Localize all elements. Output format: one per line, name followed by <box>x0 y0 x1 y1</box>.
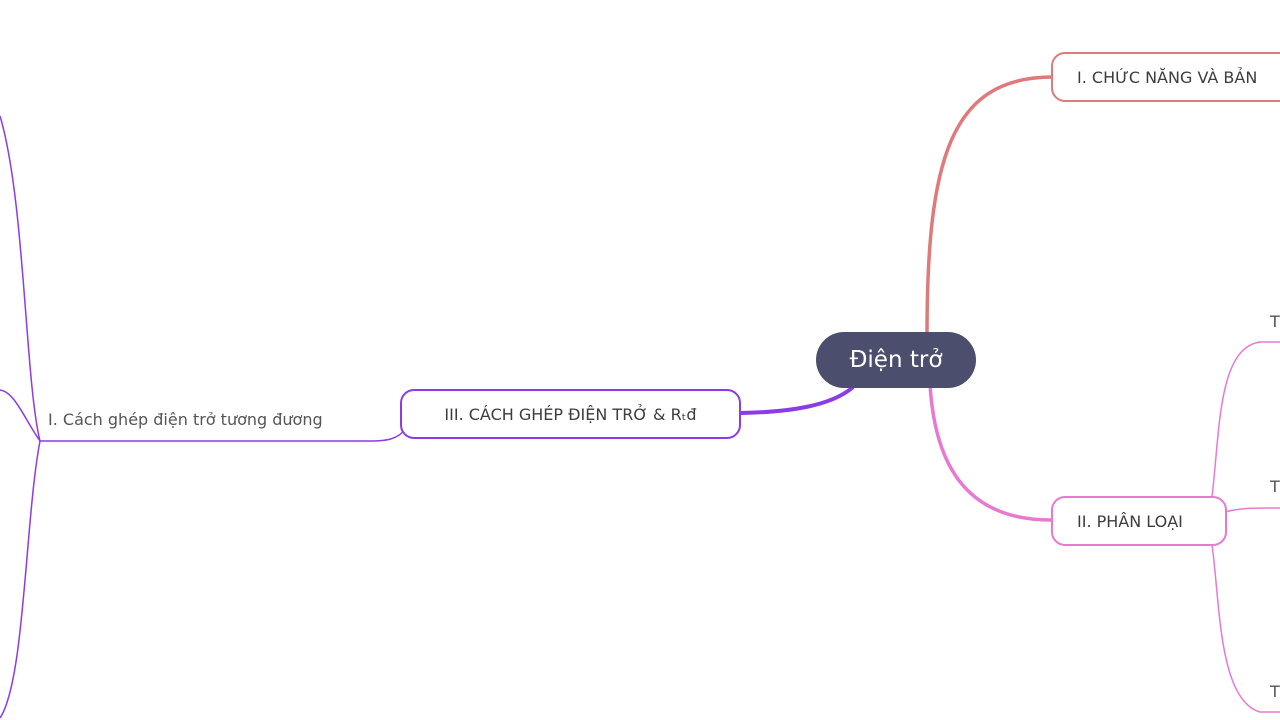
mindmap-connectors <box>0 75 1280 719</box>
branch-connection[interactable]: III. CÁCH GHÉP ĐIỆN TRỞ & Rₜđ <box>400 389 741 439</box>
connector-classification-child-2 <box>1224 507 1280 513</box>
subtopic-classification-2-label: T <box>1270 476 1280 496</box>
connector-sub-child-bottom <box>0 440 41 719</box>
root-topic[interactable]: Điện trở <box>816 332 976 388</box>
subtopic-classification-1-label: T <box>1270 311 1280 331</box>
connector-sub-child-middle <box>0 389 41 442</box>
mindmap-canvas: Điện trở I. CHỨC NĂNG VÀ BẢN II. PHÂN LO… <box>0 0 1280 720</box>
branch-connection-label: III. CÁCH GHÉP ĐIỆN TRỞ & Rₜđ <box>444 404 697 424</box>
subtopic-classification-1[interactable]: T <box>1270 306 1280 336</box>
subtopic-classification-3-label: T <box>1270 681 1280 701</box>
branch-functions-label: I. CHỨC NĂNG VÀ BẢN <box>1077 67 1258 87</box>
connector-root-to-classification <box>928 382 1053 522</box>
subtopic-equivalent-resistance-label: I. Cách ghép điện trở tương đương <box>48 409 323 429</box>
subtopic-classification-2[interactable]: T <box>1270 471 1280 501</box>
root-topic-label: Điện trở <box>849 347 943 373</box>
subtopic-equivalent-resistance[interactable]: I. Cách ghép điện trở tương đương <box>48 404 378 434</box>
subtopic-classification-3[interactable]: T <box>1270 676 1280 706</box>
connector-root-to-functions <box>925 75 1053 338</box>
branch-classification-label: II. PHÂN LOẠI <box>1077 511 1183 531</box>
branch-classification[interactable]: II. PHÂN LOẠI <box>1051 496 1227 546</box>
connector-root-to-connection <box>739 386 854 415</box>
branch-functions[interactable]: I. CHỨC NĂNG VÀ BẢN <box>1051 52 1280 102</box>
